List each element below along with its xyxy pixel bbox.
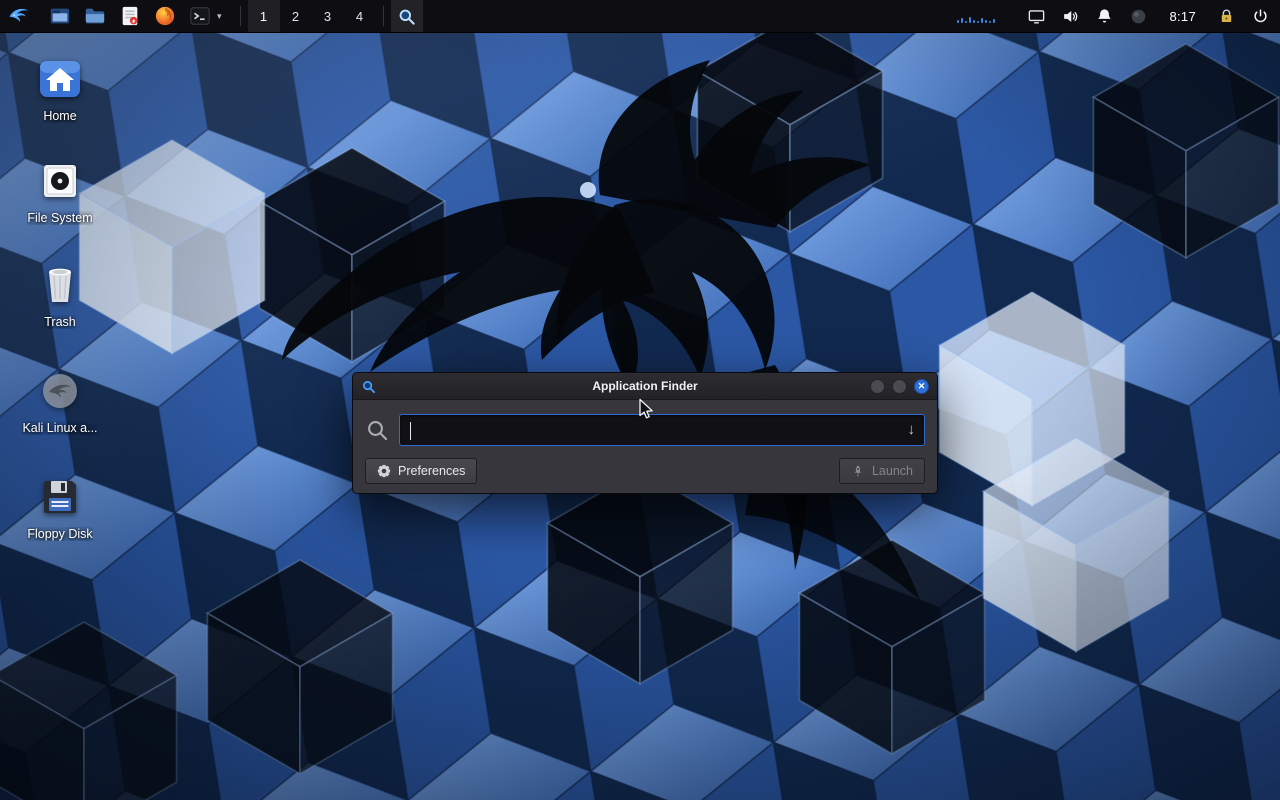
desktop-icon-home[interactable]: Home	[8, 56, 112, 123]
terminal-icon	[189, 5, 211, 27]
panel-separator	[240, 6, 241, 26]
minimize-button[interactable]	[870, 379, 885, 394]
desktop-icon-kali-docs[interactable]: Kali Linux a...	[8, 368, 112, 435]
desktop-icon-label: Floppy Disk	[27, 527, 92, 541]
window-body: ↓ Preferences Launch	[353, 400, 937, 493]
lock-icon[interactable]	[1217, 7, 1236, 26]
launch-label: Launch	[872, 464, 913, 478]
desktop: ▾ 1 2 3 4	[0, 0, 1280, 800]
taskbar-application-finder[interactable]	[391, 0, 423, 32]
volume-icon[interactable]	[1061, 7, 1080, 26]
filesystem-drive-icon	[37, 158, 83, 204]
maximize-button[interactable]	[892, 379, 907, 394]
workspace-3[interactable]: 3	[312, 0, 344, 32]
kali-dragon-icon	[7, 3, 31, 30]
titlebar[interactable]: Application Finder ✕	[353, 373, 937, 400]
text-caret	[410, 422, 411, 440]
desktop-icon-file-system[interactable]: File System	[8, 158, 112, 225]
launcher-folder[interactable]	[84, 5, 106, 27]
trash-icon	[37, 262, 83, 308]
file-manager-icon	[49, 5, 71, 27]
workspace-4[interactable]: 4	[344, 0, 376, 32]
panel-launchers: ▾	[38, 0, 233, 32]
display-icon[interactable]	[1027, 7, 1046, 26]
top-panel: ▾ 1 2 3 4	[0, 0, 1280, 33]
launcher-firefox[interactable]	[154, 5, 176, 27]
workspace-1[interactable]: 1	[248, 0, 280, 32]
notifications-bell-icon[interactable]	[1095, 7, 1114, 26]
launch-button[interactable]: Launch	[839, 458, 925, 484]
desktop-icon-label: File System	[27, 211, 92, 225]
desktop-icon-floppy-disk[interactable]: Floppy Disk	[8, 474, 112, 541]
power-icon[interactable]	[1251, 7, 1270, 26]
workspace-switcher: 1 2 3 4	[248, 0, 376, 32]
search-input[interactable]	[400, 415, 924, 445]
firefox-icon	[154, 5, 176, 27]
close-icon: ✕	[918, 382, 926, 391]
rocket-icon	[851, 464, 865, 478]
magnifier-icon	[397, 7, 416, 26]
home-folder-icon	[37, 56, 83, 102]
panel-separator	[383, 6, 384, 26]
terminal-dropdown-chevron-icon[interactable]: ▾	[217, 11, 222, 22]
folder-icon	[84, 5, 106, 27]
preferences-button[interactable]: Preferences	[365, 458, 477, 484]
window-title: Application Finder	[423, 379, 867, 393]
system-tray: 8:17	[1017, 0, 1280, 32]
search-icon	[365, 418, 389, 442]
floppy-disk-icon	[37, 474, 83, 520]
preferences-label: Preferences	[398, 464, 465, 478]
desktop-icon-label: Kali Linux a...	[22, 421, 97, 435]
network-monitor-graph	[957, 0, 1017, 32]
gear-icon	[377, 464, 391, 478]
panel-spacer	[423, 0, 958, 32]
launcher-file-manager[interactable]	[49, 5, 71, 27]
window-magnifier-icon	[361, 379, 376, 394]
window-controls: ✕	[870, 379, 929, 394]
clock[interactable]: 8:17	[1163, 9, 1202, 24]
launcher-text-editor[interactable]	[119, 5, 141, 27]
launcher-terminal[interactable]	[189, 5, 211, 27]
applications-menu-button[interactable]	[0, 0, 38, 32]
application-finder-window: Application Finder ✕ ↓	[352, 372, 938, 494]
workspace-2[interactable]: 2	[280, 0, 312, 32]
desktop-icon-trash[interactable]: Trash	[8, 262, 112, 329]
desktop-icon-label: Home	[43, 109, 76, 123]
status-circle-icon[interactable]	[1129, 7, 1148, 26]
desktop-icon-label: Trash	[44, 315, 76, 329]
kali-docs-icon	[37, 368, 83, 414]
search-field: ↓	[399, 414, 925, 446]
text-editor-icon	[119, 5, 141, 27]
close-button[interactable]: ✕	[914, 379, 929, 394]
